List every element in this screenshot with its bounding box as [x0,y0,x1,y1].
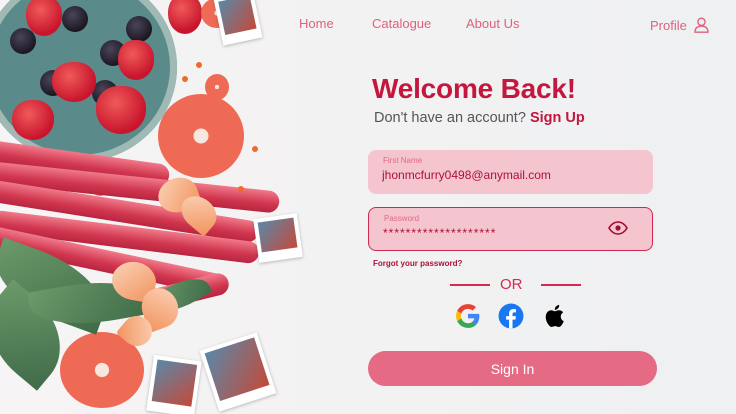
profile-link[interactable]: Profile [650,17,709,33]
nav-home[interactable]: Home [299,16,334,31]
eye-icon[interactable] [608,221,628,235]
password-input[interactable] [383,226,603,240]
signup-prompt: Don't have an account? Sign Up [374,110,585,126]
divider-right [541,284,581,286]
no-account-text: Don't have an account? [374,110,526,126]
google-icon[interactable] [455,303,481,329]
password-label: Password [384,214,420,223]
first-name-input[interactable] [382,168,602,182]
sign-in-button[interactable]: Sign In [368,351,657,386]
profile-label: Profile [650,17,687,33]
first-name-field: First Name [368,150,653,194]
nav-catalogue[interactable]: Catalogue [372,16,431,31]
forgot-password-link[interactable]: Forgot your password? [373,259,462,268]
first-name-label: First Name [383,156,423,165]
sign-up-link[interactable]: Sign Up [530,110,585,126]
nav-about-us[interactable]: About Us [466,16,519,31]
user-icon [694,17,709,33]
welcome-title: Welcome Back! [372,73,576,104]
facebook-icon[interactable] [498,303,524,329]
or-text: OR [500,276,523,293]
password-field: Password [368,207,653,251]
food-photo [0,0,320,414]
apple-icon[interactable] [543,303,569,329]
divider-left [450,284,490,286]
